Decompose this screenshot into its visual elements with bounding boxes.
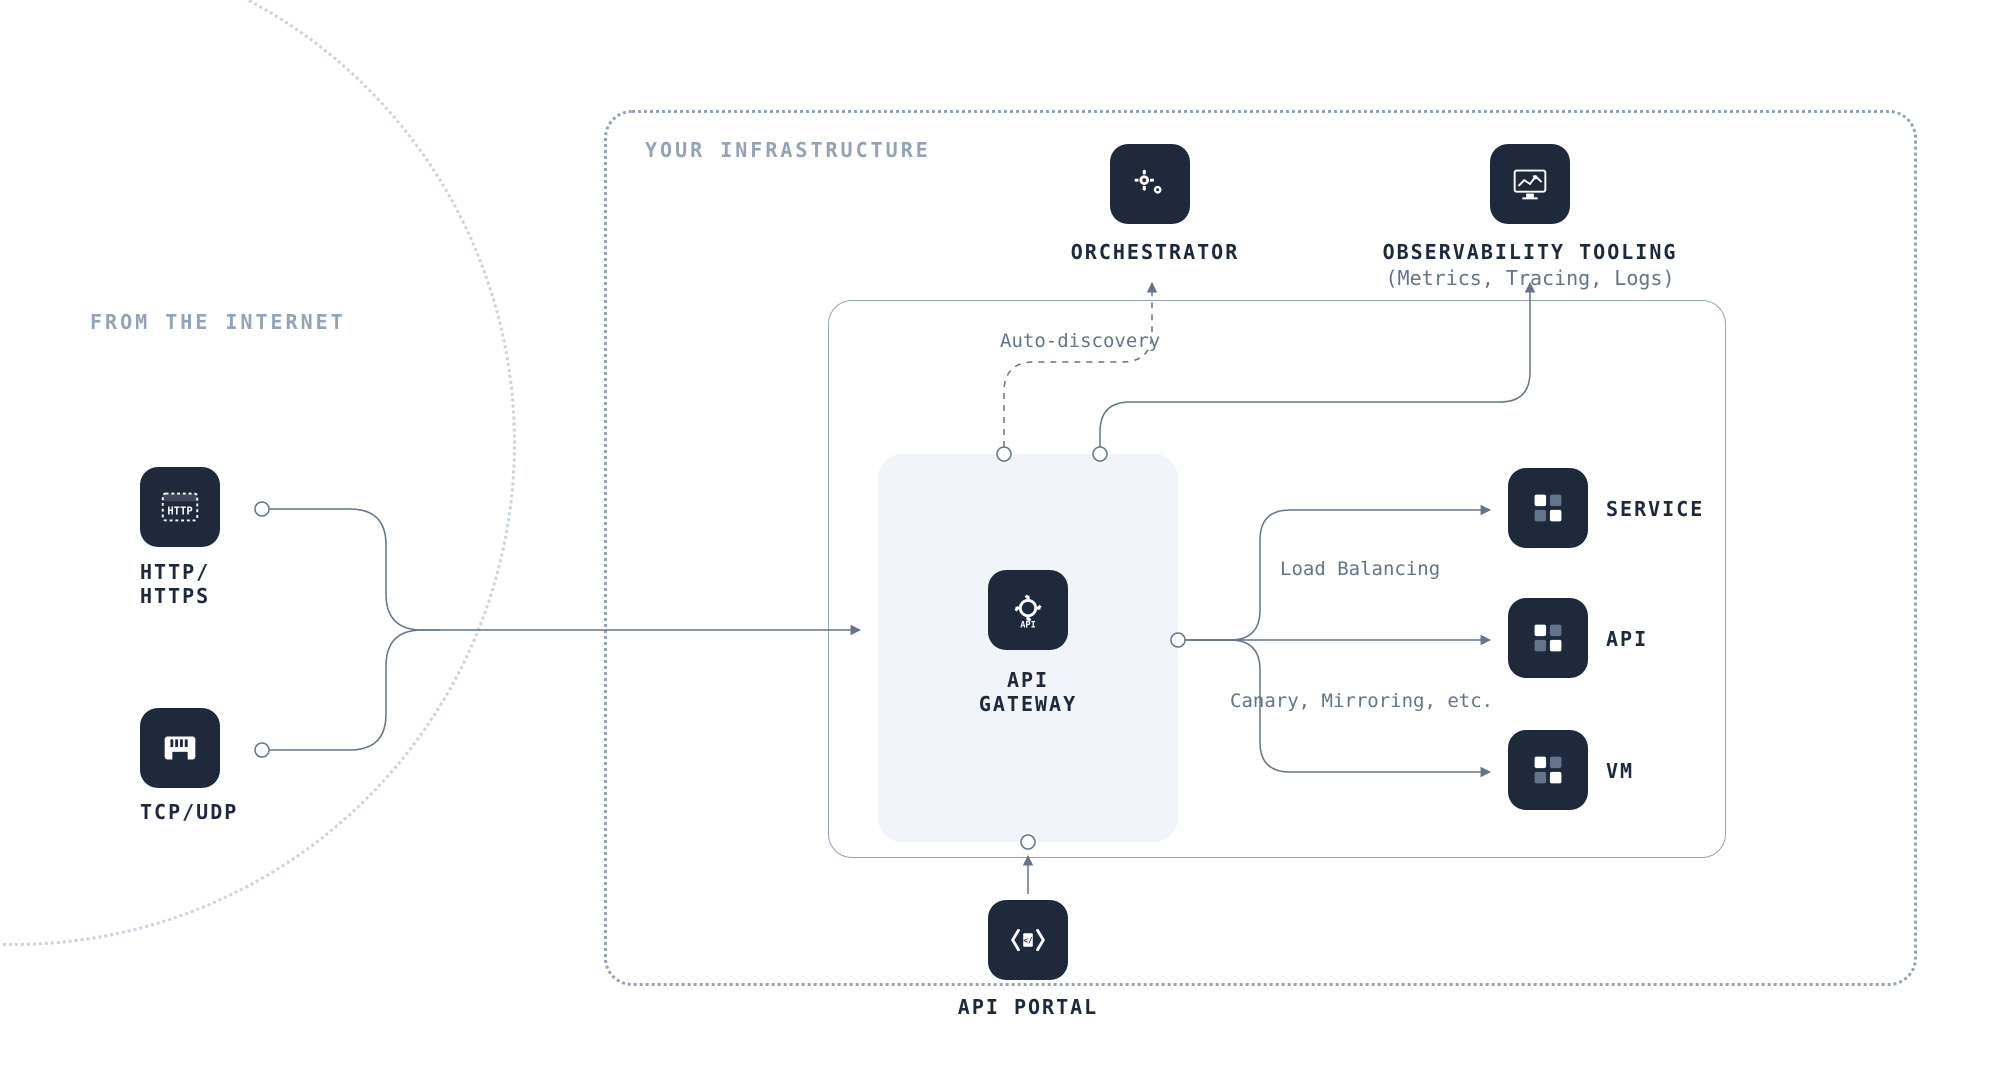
ethernet-icon bbox=[140, 708, 220, 788]
code-brackets-icon: </ bbox=[988, 900, 1068, 980]
portal-label: API PORTAL bbox=[928, 995, 1128, 1019]
observability-sublabel: (Metrics, Tracing, Logs) bbox=[1370, 266, 1690, 290]
service-label: SERVICE bbox=[1606, 497, 1704, 521]
edge-loadbalancing: Load Balancing bbox=[1280, 558, 1440, 580]
vm-label: VM bbox=[1606, 759, 1634, 783]
gear-api-icon: API bbox=[988, 570, 1068, 650]
svg-text:HTTP: HTTP bbox=[167, 506, 192, 518]
grid-icon bbox=[1508, 468, 1588, 548]
gateway-label: API GATEWAY bbox=[928, 668, 1128, 716]
http-icon: HTTP bbox=[140, 467, 220, 547]
edge-autodiscovery: Auto-discovery bbox=[1000, 330, 1160, 352]
http-label: HTTP/ HTTPS bbox=[140, 560, 260, 608]
orchestrator-label: ORCHESTRATOR bbox=[1060, 240, 1250, 264]
gears-icon bbox=[1110, 144, 1190, 224]
grid-icon bbox=[1508, 598, 1588, 678]
svg-text:API: API bbox=[1020, 620, 1036, 630]
edge-canary: Canary, Mirroring, etc. bbox=[1230, 690, 1493, 712]
grid-icon bbox=[1508, 730, 1588, 810]
tcp-label: TCP/UDP bbox=[140, 800, 300, 824]
monitor-chart-icon bbox=[1490, 144, 1570, 224]
api-label: API bbox=[1606, 627, 1648, 651]
svg-text:</: </ bbox=[1023, 936, 1033, 945]
observability-label: OBSERVABILITY TOOLING bbox=[1370, 240, 1690, 264]
